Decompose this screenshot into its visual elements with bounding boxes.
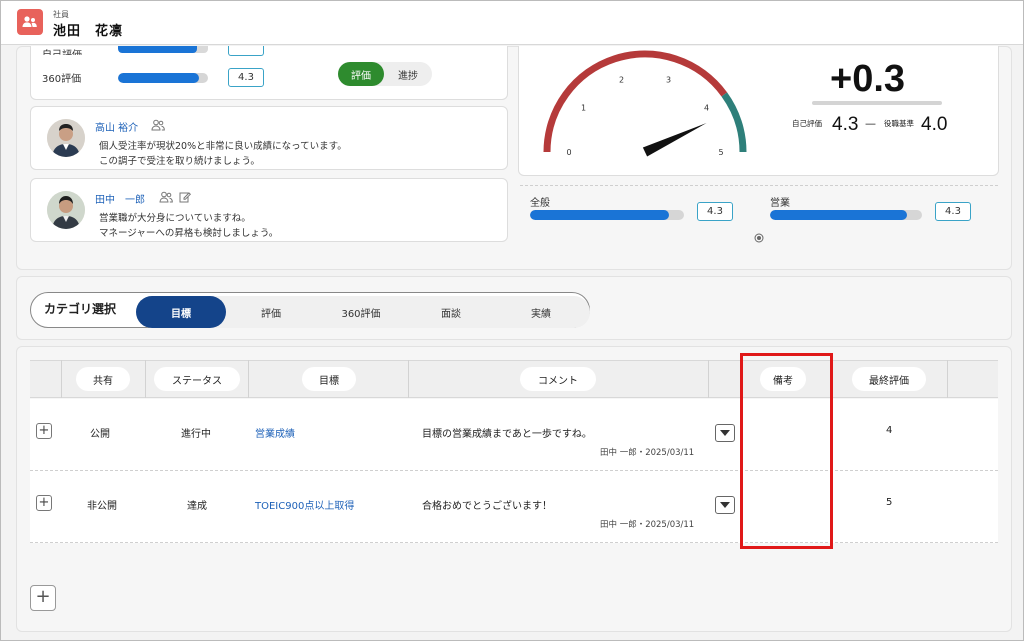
general-score-value: 4.3 bbox=[697, 202, 733, 221]
gauge-tick-label: 5 bbox=[718, 148, 723, 157]
commenter-name[interactable]: 高山 裕介 bbox=[95, 119, 138, 134]
header-final-eval[interactable]: 最終評価 bbox=[852, 367, 926, 391]
gauge-tick-label: 4 bbox=[704, 103, 709, 112]
cell-goal-link[interactable]: 営業成績 bbox=[255, 425, 295, 440]
cell-status: 進行中 bbox=[181, 429, 211, 440]
comment-text: 個人受注率が現状20%と非常に良い成績になっています。 この調子で受注を取り続け… bbox=[99, 141, 347, 167]
header-status[interactable]: ステータス bbox=[154, 367, 240, 391]
page-header: 社員 池田 花凛 bbox=[1, 1, 1023, 45]
add-row-button[interactable]: + bbox=[30, 585, 56, 611]
cell-final-eval: 5 bbox=[886, 497, 893, 508]
expand-row-button[interactable]: + bbox=[36, 495, 52, 511]
gauge-tick-label: 0 bbox=[566, 148, 571, 157]
eval-progress-toggle[interactable]: 評価 進捗 bbox=[338, 62, 432, 86]
tab-goal[interactable]: 目標 bbox=[136, 296, 226, 328]
comment-text: 営業職が大分身についていますね。 マネージャーへの昇格も検討しましょう。 bbox=[99, 213, 279, 239]
chevron-down-icon bbox=[720, 430, 730, 436]
gauge-tick-label: 3 bbox=[666, 76, 671, 85]
self-eval-bar-partial bbox=[118, 46, 208, 53]
self-eval-compare-label: 自己評価 bbox=[792, 119, 822, 128]
cell-share: 非公開 bbox=[87, 501, 117, 512]
toggle-progress[interactable]: 進捗 bbox=[384, 62, 432, 86]
comment-card-1: 高山 裕介 個人受注率が現状20%と非常に良い成績になっています。 この調子で受… bbox=[30, 106, 508, 170]
comment-dropdown-button[interactable] bbox=[715, 496, 735, 514]
chevron-down-icon bbox=[720, 502, 730, 508]
toggle-eval[interactable]: 評価 bbox=[338, 62, 384, 86]
cell-comment-meta: 田中 一郎・2025/03/11 bbox=[600, 520, 695, 530]
cell-comment-meta: 田中 一郎・2025/03/11 bbox=[600, 448, 695, 458]
tab-evaluation[interactable]: 評価 bbox=[226, 296, 316, 328]
gauge-tick-label: 2 bbox=[619, 76, 624, 85]
score-card bbox=[30, 46, 508, 100]
avatar bbox=[47, 119, 85, 157]
tab-interview[interactable]: 面談 bbox=[406, 296, 496, 328]
divider bbox=[520, 185, 998, 186]
category-tabs: 目標 評価 360評価 面談 実績 bbox=[136, 296, 590, 328]
role-standard-value: 4.0 bbox=[921, 114, 948, 135]
employee-name: 池田 花凛 bbox=[53, 24, 124, 39]
users-icon bbox=[159, 191, 173, 206]
cell-share: 公開 bbox=[90, 429, 110, 440]
comment-card-2: 田中 一郎 営業職が大分身についていますね。 マネージャーへの昇格も検討しましょ… bbox=[30, 178, 508, 242]
employee-label: 社員 bbox=[53, 10, 69, 19]
score-gauge: 0 1 2 3 4 5 bbox=[543, 50, 747, 157]
tab-results[interactable]: 実績 bbox=[496, 296, 586, 328]
gauge-needle bbox=[642, 123, 707, 157]
360-eval-value: 4.3 bbox=[228, 68, 264, 87]
cell-comment: 合格おめでとうございます！ bbox=[422, 501, 552, 512]
self-eval-label-partial: 自己評価 bbox=[42, 46, 82, 55]
commenter-name[interactable]: 田中 一郎 bbox=[95, 191, 145, 206]
comment-dropdown-button[interactable] bbox=[715, 424, 735, 442]
360-eval-bar bbox=[118, 73, 208, 83]
header-goal[interactable]: 目標 bbox=[302, 367, 356, 391]
gauge-tick-label: 1 bbox=[581, 103, 586, 112]
cell-final-eval: 4 bbox=[886, 425, 893, 436]
score-delta: +0.3 bbox=[830, 58, 906, 100]
gauge-ticks: 0 1 2 3 4 5 bbox=[566, 76, 723, 157]
compare-dash: — bbox=[865, 117, 876, 130]
role-standard-label: 役職基準 bbox=[884, 119, 914, 128]
self-eval-badge-partial bbox=[228, 46, 264, 56]
sales-score-label: 営業 bbox=[770, 198, 790, 209]
general-score-bar bbox=[530, 210, 684, 220]
sales-score-value: 4.3 bbox=[935, 202, 971, 221]
expand-row-button[interactable]: + bbox=[36, 423, 52, 439]
sales-score-bar bbox=[770, 210, 922, 220]
tab-360[interactable]: 360評価 bbox=[316, 296, 406, 328]
self-eval-compare-value: 4.3 bbox=[832, 114, 859, 135]
cell-status: 達成 bbox=[187, 501, 207, 512]
gauge-arc-low bbox=[543, 50, 728, 153]
header-comment[interactable]: コメント bbox=[520, 367, 596, 391]
category-label: カテゴリ選択 bbox=[44, 302, 117, 316]
avatar bbox=[47, 191, 85, 229]
edit-icon[interactable] bbox=[179, 191, 192, 206]
gauge-arc-high bbox=[721, 92, 747, 153]
highlight-box-note-column bbox=[740, 353, 833, 549]
users-icon bbox=[151, 119, 165, 134]
general-score-label: 全般 bbox=[530, 198, 550, 209]
delta-underline bbox=[812, 101, 942, 105]
cell-comment: 目標の営業成績まであと一歩ですね。 bbox=[422, 429, 592, 440]
pager-dot-icon[interactable] bbox=[754, 233, 764, 243]
360-eval-label: 360評価 bbox=[42, 74, 82, 85]
header-share[interactable]: 共有 bbox=[76, 367, 130, 391]
employee-icon bbox=[17, 9, 43, 35]
cell-goal-link[interactable]: TOEIC900点以上取得 bbox=[255, 497, 354, 512]
